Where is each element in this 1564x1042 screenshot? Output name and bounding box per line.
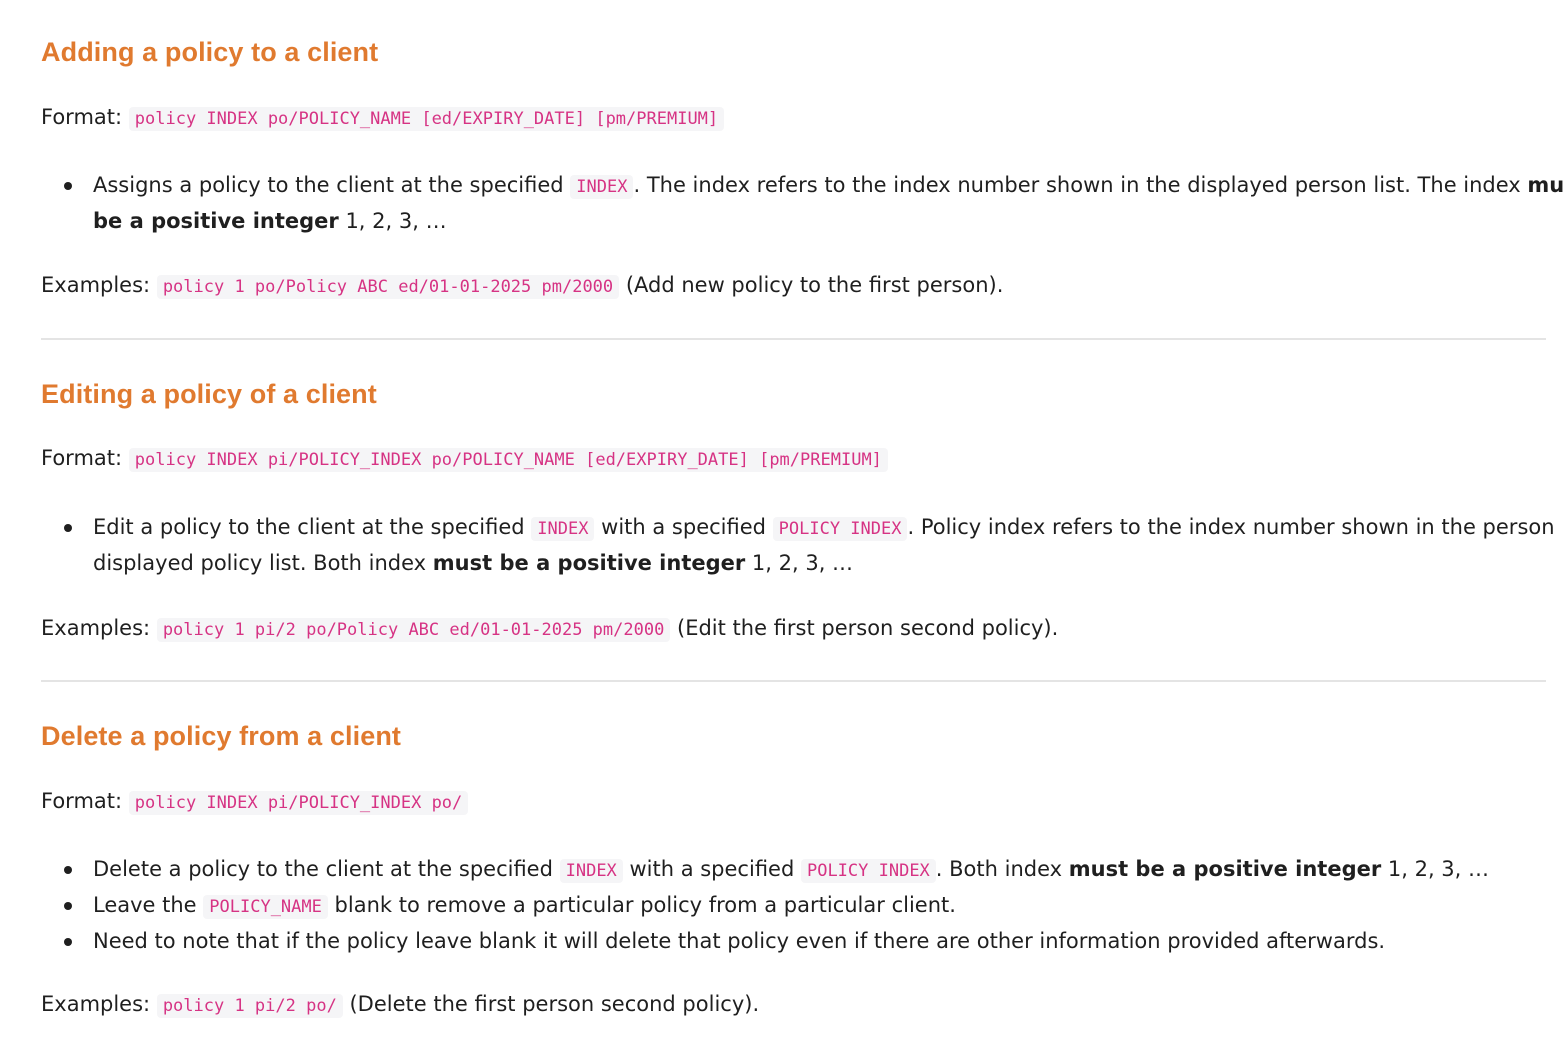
examples-label: Examples:	[41, 992, 151, 1016]
list-item-text: Leave the	[93, 893, 204, 917]
bold-text: must be a positive integer	[432, 551, 746, 575]
format-line: Format: policy INDEX pi/POLICY_INDEX po/…	[41, 441, 888, 477]
format-label: Format:	[41, 446, 123, 470]
list-item-text: . The index refers to the index number s…	[633, 173, 1528, 197]
list-item: Delete a policy to the client at the spe…	[64, 852, 1564, 888]
bullet-list: Delete a policy to the client at the spe…	[41, 852, 1564, 958]
list-item-text: Assigns a policy to the client at the sp…	[93, 173, 571, 197]
inline-code: POLICY INDEX	[800, 859, 936, 883]
list-item-text: . Both index	[935, 857, 1069, 881]
examples-label: Examples:	[41, 616, 151, 640]
list-item-text: blank to remove a particular policy from…	[327, 893, 956, 917]
list-item: Assigns a policy to the client at the sp…	[64, 168, 1564, 238]
section-title-edit-policy: Editing a policy of a client	[41, 379, 377, 409]
list-item-text: Need to note that if the policy leave bl…	[93, 929, 1386, 953]
list-item: Need to note that if the policy leave bl…	[64, 924, 1564, 958]
section-divider	[41, 680, 1546, 682]
list-item-text: with a specified	[622, 857, 801, 881]
format-code: policy INDEX pi/POLICY_INDEX po/	[128, 791, 469, 815]
section-divider	[41, 338, 1546, 340]
format-code: policy INDEX po/POLICY_NAME [ed/EXPIRY_D…	[128, 107, 725, 131]
example-text: (Edit the first person second policy).	[670, 616, 1059, 640]
format-code: policy INDEX pi/POLICY_INDEX po/POLICY_N…	[128, 448, 888, 472]
list-item-text: with a specified	[594, 515, 773, 539]
section-title-add-policy: Adding a policy to a client	[41, 37, 379, 67]
examples-label: Examples:	[41, 273, 151, 297]
example-code: policy 1 pi/2 po/Policy ABC ed/01-01-202…	[156, 618, 671, 642]
inline-code: POLICY INDEX	[772, 517, 908, 541]
list-item-text: Edit a policy to the client at the speci…	[93, 515, 532, 539]
inline-code: INDEX	[559, 859, 623, 883]
format-line: Format: policy INDEX pi/POLICY_INDEX po/	[41, 784, 469, 820]
inline-code: INDEX	[570, 175, 634, 199]
list-item: Edit a policy to the client at the speci…	[64, 510, 1564, 580]
example-code: policy 1 po/Policy ABC ed/01-01-2025 pm/…	[156, 275, 620, 299]
list-item-text: 1, 2, 3, …	[1381, 857, 1490, 881]
list-item-text: Delete a policy to the client at the spe…	[93, 857, 560, 881]
bullet-list: Assigns a policy to the client at the sp…	[41, 168, 1564, 238]
list-item-text: 1, 2, 3, …	[745, 551, 854, 575]
example-text: (Delete the first person second policy).	[342, 992, 760, 1016]
format-label: Format:	[41, 789, 123, 813]
example-text: (Add new policy to the first person).	[619, 273, 1004, 297]
inline-code: POLICY_NAME	[203, 895, 328, 919]
example-code: policy 1 pi/2 po/	[156, 994, 343, 1018]
inline-code: INDEX	[531, 517, 595, 541]
section-title-delete-policy: Delete a policy from a client	[41, 721, 402, 751]
bullet-list: Edit a policy to the client at the speci…	[41, 510, 1564, 580]
list-item: Leave the POLICY_NAME blank to remove a …	[64, 888, 1564, 924]
examples-line: Examples: policy 1 pi/2 po/ (Delete the …	[41, 987, 759, 1023]
list-item-text: 1, 2, 3, …	[338, 209, 447, 233]
format-line: Format: policy INDEX po/POLICY_NAME [ed/…	[41, 100, 725, 136]
format-label: Format:	[41, 105, 123, 129]
examples-line: Examples: policy 1 po/Policy ABC ed/01-0…	[41, 268, 1003, 304]
bold-text: must be a positive integer	[1068, 857, 1382, 881]
examples-line: Examples: policy 1 pi/2 po/Policy ABC ed…	[41, 611, 1058, 647]
